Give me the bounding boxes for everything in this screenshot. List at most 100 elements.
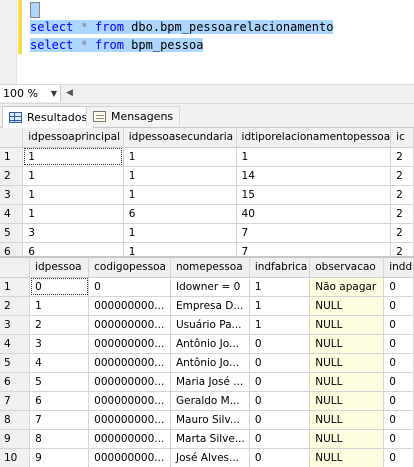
column-header[interactable]: indfabrica bbox=[249, 258, 311, 278]
table-cell[interactable]: Idowner = 0 bbox=[170, 277, 250, 297]
table-cell[interactable]: 7 bbox=[236, 223, 392, 243]
tab-mensagens[interactable]: Mensagens bbox=[86, 106, 181, 126]
table-row[interactable]: 53172 bbox=[0, 223, 414, 243]
table-row[interactable]: 3 2 000000000... Usuário Pa... 1 NULL 0 bbox=[0, 315, 414, 335]
table-cell[interactable]: Empresa D... bbox=[170, 296, 250, 316]
column-header[interactable]: idpessoaprincipal bbox=[22, 128, 124, 148]
table-cell[interactable]: 2 bbox=[390, 223, 414, 243]
column-header[interactable]: idpessoa bbox=[29, 258, 90, 278]
table-cell[interactable]: 1 bbox=[123, 223, 237, 243]
table-cell[interactable]: 1 bbox=[249, 296, 311, 316]
table-row[interactable]: 9 8 000000000... Marta Silve... 0 NULL 0 bbox=[0, 429, 414, 449]
table-cell[interactable]: 1 bbox=[29, 296, 90, 316]
table-cell[interactable]: 000000000... bbox=[88, 296, 171, 316]
table-row[interactable]: 5 4 000000000... Antônio Jo... 0 NULL 0 bbox=[0, 353, 414, 373]
table-cell[interactable]: 000000000... bbox=[88, 391, 171, 411]
scroll-left-icon[interactable]: ◀ bbox=[66, 88, 73, 98]
table-cell[interactable]: 1 bbox=[249, 277, 311, 297]
row-number[interactable]: 5 bbox=[0, 223, 24, 243]
table-cell[interactable]: NULL bbox=[309, 391, 385, 411]
table-cell[interactable]: 1 bbox=[123, 242, 237, 256]
results-grid-2[interactable]: idpessoa codigopessoa nomepessoa indfabrica… bbox=[0, 258, 414, 467]
table-cell[interactable]: 14 bbox=[236, 166, 392, 186]
code-line[interactable]: select * from bpm_pessoa bbox=[30, 36, 333, 54]
row-number[interactable]: 7 bbox=[0, 391, 31, 411]
table-cell[interactable]: 6 bbox=[22, 242, 124, 256]
table-cell[interactable]: 0 bbox=[249, 372, 311, 392]
table-cell[interactable]: 0 bbox=[383, 277, 414, 297]
table-cell[interactable]: 0 bbox=[249, 391, 311, 411]
row-number[interactable]: 5 bbox=[0, 353, 31, 373]
table-cell[interactable]: 4 bbox=[29, 353, 90, 373]
table-cell[interactable]: NULL bbox=[309, 353, 385, 373]
results-grid-1[interactable]: idpessoaprincipal idpessoasecundaria idtip… bbox=[0, 128, 414, 256]
table-cell[interactable]: Não apagar bbox=[309, 277, 385, 297]
zoom-dropdown[interactable]: 100 % ▼ bbox=[0, 85, 61, 102]
table-cell[interactable]: 6 bbox=[123, 204, 237, 224]
table-cell[interactable]: 2 bbox=[390, 166, 414, 186]
table-cell[interactable]: 1 bbox=[123, 166, 237, 186]
table-cell[interactable]: José Alves... bbox=[170, 448, 250, 467]
table-cell[interactable]: 2 bbox=[390, 147, 414, 167]
table-cell[interactable]: 000000000... bbox=[88, 372, 171, 392]
grid-corner[interactable] bbox=[0, 258, 31, 278]
table-cell[interactable]: Geraldo M... bbox=[170, 391, 250, 411]
table-cell[interactable]: NULL bbox=[309, 372, 385, 392]
column-header[interactable]: observacao bbox=[309, 258, 385, 278]
table-cell[interactable]: 1 bbox=[22, 204, 124, 224]
table-cell[interactable]: 1 bbox=[249, 315, 311, 335]
table-cell[interactable]: Mauro Silv... bbox=[170, 410, 250, 430]
table-cell[interactable]: 0 bbox=[383, 315, 414, 335]
table-cell[interactable]: NULL bbox=[309, 429, 385, 449]
tab-resultados[interactable]: Resultados bbox=[2, 106, 95, 128]
table-cell[interactable]: 15 bbox=[236, 185, 392, 205]
table-cell[interactable]: 000000000... bbox=[88, 353, 171, 373]
row-number[interactable]: 6 bbox=[0, 372, 31, 392]
table-cell[interactable]: Maria José ... bbox=[170, 372, 250, 392]
row-number[interactable]: 6 bbox=[0, 242, 24, 256]
table-row[interactable]: 2 1 1 14 2 bbox=[0, 166, 414, 186]
table-row[interactable]: 3 1 1 15 2 bbox=[0, 185, 414, 205]
sql-editor[interactable]: select * from dbo.bpm_pessoarelacionamen… bbox=[0, 0, 414, 84]
table-cell[interactable]: 0 bbox=[88, 277, 171, 297]
grid-corner[interactable] bbox=[0, 128, 24, 148]
table-cell[interactable]: 5 bbox=[29, 372, 90, 392]
row-number[interactable]: 1 bbox=[0, 147, 24, 167]
row-number[interactable]: 3 bbox=[0, 315, 31, 335]
table-cell[interactable]: 000000000... bbox=[88, 448, 171, 467]
table-cell[interactable]: 000000000... bbox=[88, 315, 171, 335]
table-cell[interactable]: 3 bbox=[22, 223, 124, 243]
table-cell[interactable]: 1 bbox=[22, 147, 124, 167]
table-row[interactable]: 6 5 000000000... Maria José ... 0 NULL 0 bbox=[0, 372, 414, 392]
table-row[interactable]: 2 1 000000000... Empresa D... 1 NULL 0 bbox=[0, 296, 414, 316]
table-cell[interactable]: 3 bbox=[29, 334, 90, 354]
code-area[interactable]: select * from dbo.bpm_pessoarelacionamen… bbox=[30, 0, 334, 54]
table-cell[interactable]: 2 bbox=[29, 315, 90, 335]
table-cell[interactable]: 6 bbox=[29, 391, 90, 411]
column-header[interactable]: nomepessoa bbox=[170, 258, 250, 278]
table-cell[interactable]: 2 bbox=[390, 185, 414, 205]
row-number[interactable]: 3 bbox=[0, 185, 24, 205]
table-cell[interactable]: 0 bbox=[383, 372, 414, 392]
table-cell[interactable]: 1 bbox=[123, 185, 237, 205]
table-cell[interactable]: 2 bbox=[390, 204, 414, 224]
table-cell[interactable]: 000000000... bbox=[88, 429, 171, 449]
row-number[interactable]: 2 bbox=[0, 296, 31, 316]
table-row[interactable]: 7 6 000000000... Geraldo M... 0 NULL 0 bbox=[0, 391, 414, 411]
table-cell[interactable]: 0 bbox=[383, 334, 414, 354]
table-cell[interactable]: 0 bbox=[29, 277, 90, 297]
table-row[interactable]: 4 1 6 40 2 bbox=[0, 204, 414, 224]
table-cell[interactable]: NULL bbox=[309, 448, 385, 467]
table-cell[interactable]: 000000000... bbox=[88, 334, 171, 354]
table-cell[interactable]: 0 bbox=[383, 391, 414, 411]
row-number[interactable]: 9 bbox=[0, 429, 31, 449]
table-cell[interactable]: 0 bbox=[383, 410, 414, 430]
table-cell[interactable]: 0 bbox=[249, 429, 311, 449]
row-number[interactable]: 4 bbox=[0, 204, 24, 224]
column-header[interactable]: idtiporelacionamentopessoa bbox=[236, 128, 392, 148]
column-header[interactable]: ic bbox=[390, 128, 414, 148]
table-row[interactable]: 8 7 000000000... Mauro Silv... 0 NULL 0 bbox=[0, 410, 414, 430]
table-cell[interactable]: Antônio Jo... bbox=[170, 353, 250, 373]
table-cell[interactable]: 40 bbox=[236, 204, 392, 224]
table-cell[interactable]: 1 bbox=[22, 185, 124, 205]
